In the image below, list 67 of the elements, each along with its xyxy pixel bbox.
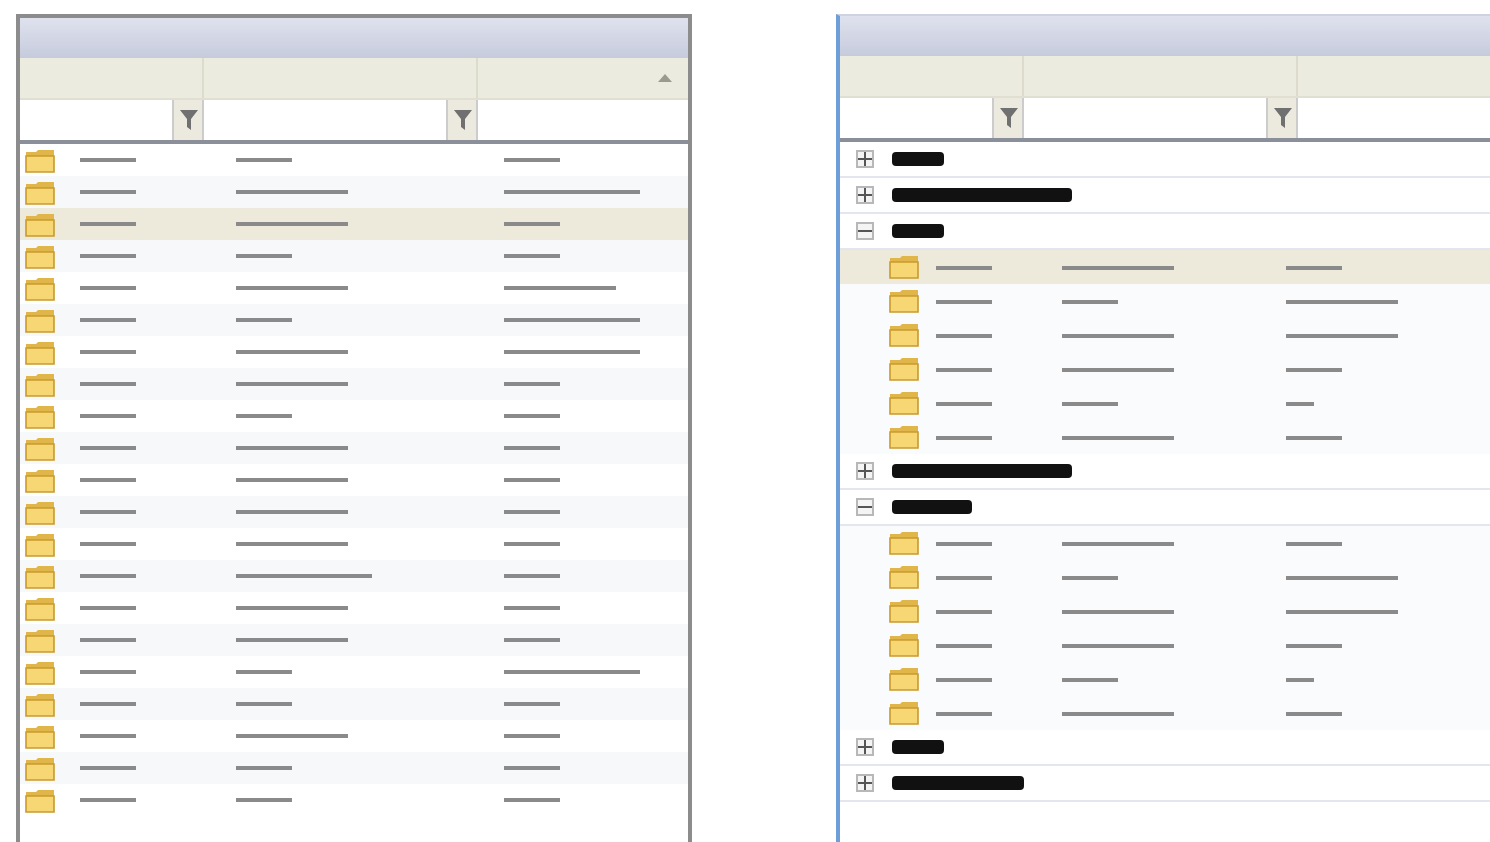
folder-icon [24, 275, 56, 301]
grid-row[interactable] [20, 752, 688, 784]
folder-icon [24, 339, 56, 365]
folder-icon [888, 530, 920, 556]
grid-row[interactable] [20, 560, 688, 592]
plus-icon [858, 188, 872, 202]
filter-icon [1273, 108, 1291, 128]
folder-icon [888, 254, 920, 280]
folder-icon [24, 211, 56, 237]
folder-icon [24, 659, 56, 685]
plus-icon [858, 464, 872, 478]
folder-icon [888, 564, 920, 590]
grid-row[interactable] [20, 176, 688, 208]
folder-icon [888, 390, 920, 416]
folder-icon [24, 467, 56, 493]
grid-row[interactable] [20, 304, 688, 336]
expander-button[interactable] [856, 738, 874, 756]
folder-icon [888, 666, 920, 692]
expander-button[interactable] [856, 186, 874, 204]
grid-row[interactable] [20, 496, 688, 528]
folder-icon [24, 499, 56, 525]
filter-button[interactable] [172, 100, 204, 140]
filter-button[interactable] [1266, 98, 1298, 138]
folder-icon [888, 598, 920, 624]
folder-icon [888, 632, 920, 658]
minus-icon [858, 500, 872, 514]
expander-button[interactable] [856, 774, 874, 792]
folder-icon [24, 307, 56, 333]
filter-button[interactable] [446, 100, 478, 140]
folder-icon [24, 243, 56, 269]
folder-icon [24, 147, 56, 173]
grid-row[interactable] [20, 208, 688, 240]
folder-icon [24, 755, 56, 781]
folder-icon [888, 424, 920, 450]
plus-icon [858, 776, 872, 790]
plus-icon [858, 152, 872, 166]
folder-icon [24, 563, 56, 589]
expander-button[interactable] [856, 462, 874, 480]
filter-icon [999, 108, 1017, 128]
grid-row[interactable] [840, 284, 1490, 318]
grid-row[interactable] [20, 240, 688, 272]
folder-icon [888, 700, 920, 726]
folder-icon [888, 356, 920, 382]
grid-row[interactable] [20, 688, 688, 720]
expander-button[interactable] [856, 222, 874, 240]
folder-icon [24, 371, 56, 397]
filter-icon [453, 110, 471, 130]
grid-row[interactable] [20, 432, 688, 464]
filter-icon [179, 110, 197, 130]
folder-icon [888, 322, 920, 348]
folder-icon [24, 787, 56, 813]
grid-row[interactable] [20, 368, 688, 400]
folder-icon [24, 179, 56, 205]
grid-row[interactable] [20, 624, 688, 656]
folder-icon [24, 691, 56, 717]
minus-icon [858, 224, 872, 238]
expander-button[interactable] [856, 498, 874, 516]
folder-icon [24, 435, 56, 461]
folder-icon [24, 627, 56, 653]
folder-icon [24, 403, 56, 429]
folder-icon [24, 595, 56, 621]
folder-icon [24, 531, 56, 557]
plus-icon [858, 740, 872, 754]
filter-button[interactable] [992, 98, 1024, 138]
folder-icon [24, 723, 56, 749]
folder-icon [888, 288, 920, 314]
expander-button[interactable] [856, 150, 874, 168]
